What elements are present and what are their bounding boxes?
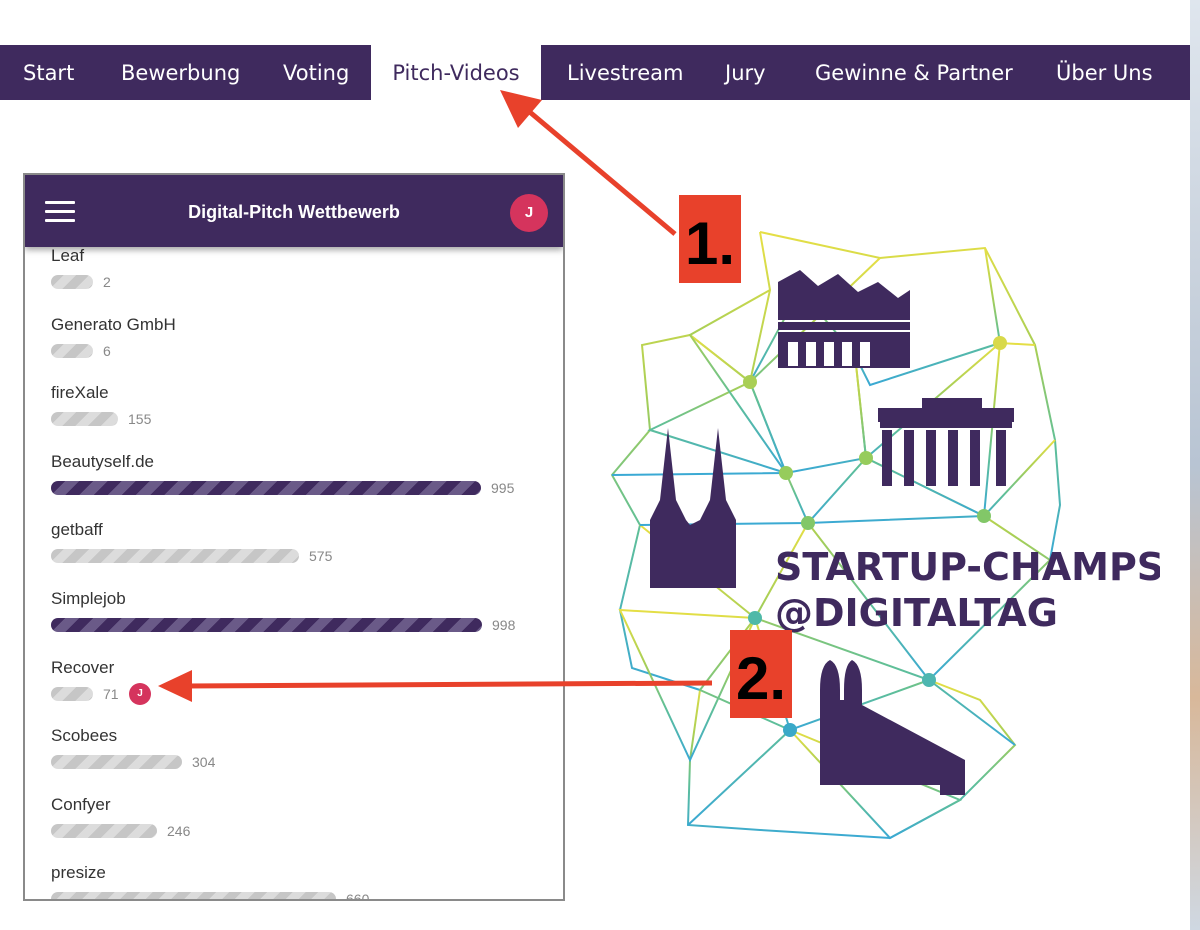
app-bar: Digital-Pitch Wettbewerb J xyxy=(25,175,563,247)
arrow-2 xyxy=(158,670,713,702)
annotation-arrows xyxy=(158,90,713,702)
user-avatar[interactable]: J xyxy=(510,194,548,232)
app-title: Digital-Pitch Wettbewerb xyxy=(188,202,400,222)
step-1-badge: 1. xyxy=(679,195,741,283)
step-2-badge: 2. xyxy=(730,630,792,718)
